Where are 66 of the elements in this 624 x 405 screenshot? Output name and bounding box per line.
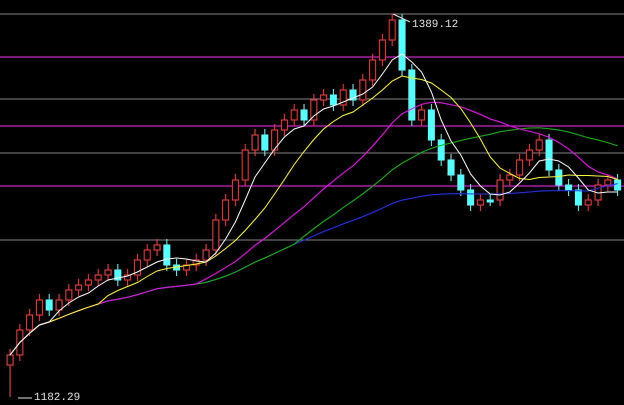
candlestick <box>84 274 92 292</box>
candlestick <box>614 174 622 196</box>
candlestick <box>574 184 582 212</box>
candlestick <box>457 168 464 196</box>
candlestick <box>46 294 53 316</box>
candlestick <box>340 84 347 112</box>
leader-line <box>392 14 410 22</box>
candlestick <box>134 254 141 282</box>
candlestick <box>75 278 82 296</box>
candlestick <box>506 168 514 186</box>
candlestick <box>154 238 160 256</box>
candlestick <box>212 214 220 256</box>
candlestick <box>280 114 288 136</box>
candlestick <box>398 14 406 76</box>
candlestick <box>496 174 504 206</box>
candlestick <box>310 94 318 126</box>
candlestick <box>448 154 454 182</box>
candlestick <box>124 268 132 286</box>
price-label: 1182.29 <box>34 392 80 404</box>
candlestick <box>555 164 562 192</box>
candlestick <box>350 84 356 106</box>
candlestick <box>173 258 180 276</box>
candlestick <box>300 104 308 126</box>
candlestick <box>94 268 102 286</box>
candlestick <box>408 64 416 126</box>
candlestick <box>594 178 602 206</box>
candlestick <box>232 174 239 206</box>
candlestick <box>104 264 112 282</box>
candlestick <box>114 264 122 286</box>
candlestick <box>378 34 386 66</box>
price-label: 1389.12 <box>412 19 458 31</box>
candlestick <box>290 104 298 126</box>
candlestick <box>182 258 190 276</box>
candlestick <box>584 194 592 212</box>
candlestick <box>36 294 43 322</box>
candlestick <box>486 194 494 206</box>
candlestick <box>222 194 230 226</box>
candlestick <box>388 14 396 46</box>
candlestick <box>56 294 62 316</box>
candlestick <box>320 88 328 106</box>
candlestick <box>26 308 34 336</box>
candlestick <box>261 128 268 156</box>
candlestick <box>242 144 249 186</box>
candlestick <box>6 348 14 398</box>
candlestick <box>536 134 543 156</box>
candlestick <box>252 128 258 156</box>
candlestick <box>144 244 151 266</box>
candlestick <box>516 154 524 182</box>
candlestick <box>359 74 366 106</box>
candlestick <box>163 238 170 272</box>
candlestick <box>476 194 484 212</box>
candlestick <box>438 134 445 166</box>
candlestick <box>330 88 337 112</box>
candlestick <box>428 104 435 146</box>
candlestick <box>16 324 24 362</box>
candlestick <box>271 124 278 156</box>
candlestick <box>369 54 376 86</box>
candlestick <box>192 254 200 272</box>
candlestick <box>604 174 612 192</box>
candlestick <box>546 134 552 176</box>
candlestick <box>526 144 533 166</box>
candlestick <box>418 104 426 126</box>
candlestick <box>565 178 572 196</box>
candlestick <box>202 244 210 266</box>
candlestick <box>467 184 474 212</box>
candlestick <box>65 284 72 306</box>
